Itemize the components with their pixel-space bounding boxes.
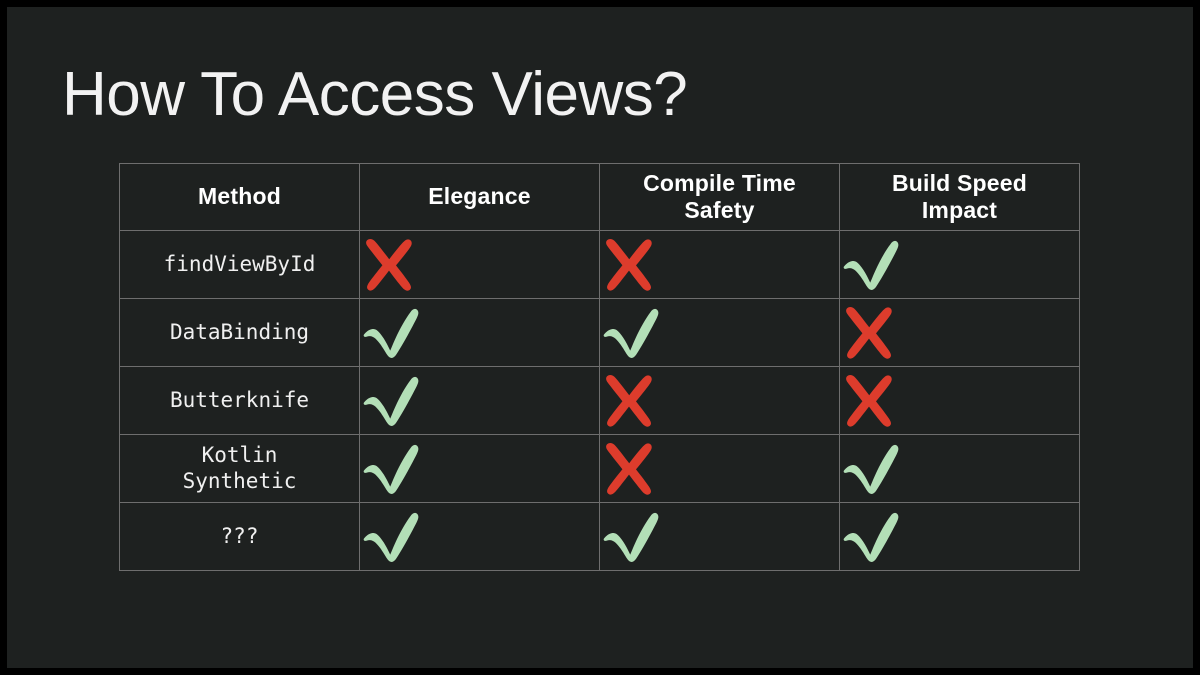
cell-build-speed-impact xyxy=(839,434,1080,503)
cell-build-speed-impact xyxy=(839,230,1080,299)
cross-mark-icon xyxy=(600,373,839,429)
cell-method: ??? xyxy=(119,502,360,571)
text-line: Safety xyxy=(684,197,755,223)
cell-elegance xyxy=(359,230,600,299)
table-row: Kotlin Synthetic xyxy=(119,434,1080,503)
check-mark-icon xyxy=(840,443,1079,495)
text-line: Impact xyxy=(921,197,998,223)
table-row: DataBinding xyxy=(119,298,1080,367)
text-line: Elegance xyxy=(428,183,531,210)
cross-mark-icon xyxy=(840,373,1079,429)
cross-mark-icon xyxy=(840,305,1079,361)
cell-compile-time-safety xyxy=(599,366,840,435)
cell-elegance xyxy=(359,502,600,571)
cell-elegance xyxy=(359,366,600,435)
text-line: Synthetic xyxy=(182,468,297,493)
cell-method: Kotlin Synthetic xyxy=(119,434,360,503)
cell-compile-time-safety xyxy=(599,434,840,503)
column-header-elegance: Elegance xyxy=(359,163,600,231)
table-body: findViewById DataBinding Butterknife Kotlin… xyxy=(119,230,1080,571)
check-mark-icon xyxy=(360,511,599,563)
text-line: Butterknife xyxy=(169,387,310,412)
cell-method: Butterknife xyxy=(119,366,360,435)
check-mark-icon xyxy=(360,443,599,495)
cell-elegance xyxy=(359,434,600,503)
text-line: Kotlin xyxy=(201,442,278,467)
check-mark-icon xyxy=(360,307,599,359)
text-line: ??? xyxy=(220,523,259,548)
text-line: findViewById xyxy=(163,251,316,276)
slide-canvas: How To Access Views? Method Elegance Com… xyxy=(7,7,1193,668)
cell-compile-time-safety xyxy=(599,230,840,299)
table-row: ??? xyxy=(119,502,1080,571)
cell-method: DataBinding xyxy=(119,298,360,367)
text-line: Build Speed xyxy=(891,169,1028,196)
cell-build-speed-impact xyxy=(839,502,1080,571)
page-title: How To Access Views? xyxy=(62,60,688,129)
check-mark-icon xyxy=(360,375,599,427)
check-mark-icon xyxy=(600,511,839,563)
cell-method: findViewById xyxy=(119,230,360,299)
cross-mark-icon xyxy=(360,237,599,293)
table-header-row: Method Elegance Compile Time Safety Build… xyxy=(119,163,1080,231)
table-row: findViewById xyxy=(119,230,1080,299)
text-line: DataBinding xyxy=(169,319,310,344)
cell-compile-time-safety xyxy=(599,502,840,571)
cell-build-speed-impact xyxy=(839,366,1080,435)
table-row: Butterknife xyxy=(119,366,1080,435)
cross-mark-icon xyxy=(600,441,839,497)
cell-build-speed-impact xyxy=(839,298,1080,367)
text-line: Method xyxy=(198,183,281,210)
check-mark-icon xyxy=(840,239,1079,291)
column-header-compile-time-safety: Compile Time Safety xyxy=(599,163,840,231)
column-header-build-speed-impact: Build Speed Impact xyxy=(839,163,1080,231)
check-mark-icon xyxy=(840,511,1079,563)
text-line: Compile Time xyxy=(643,169,796,196)
column-header-method: Method xyxy=(119,163,360,231)
check-mark-icon xyxy=(600,307,839,359)
view-access-comparison-table: Method Elegance Compile Time Safety Build… xyxy=(119,163,1080,571)
cell-compile-time-safety xyxy=(599,298,840,367)
cell-elegance xyxy=(359,298,600,367)
cross-mark-icon xyxy=(600,237,839,293)
